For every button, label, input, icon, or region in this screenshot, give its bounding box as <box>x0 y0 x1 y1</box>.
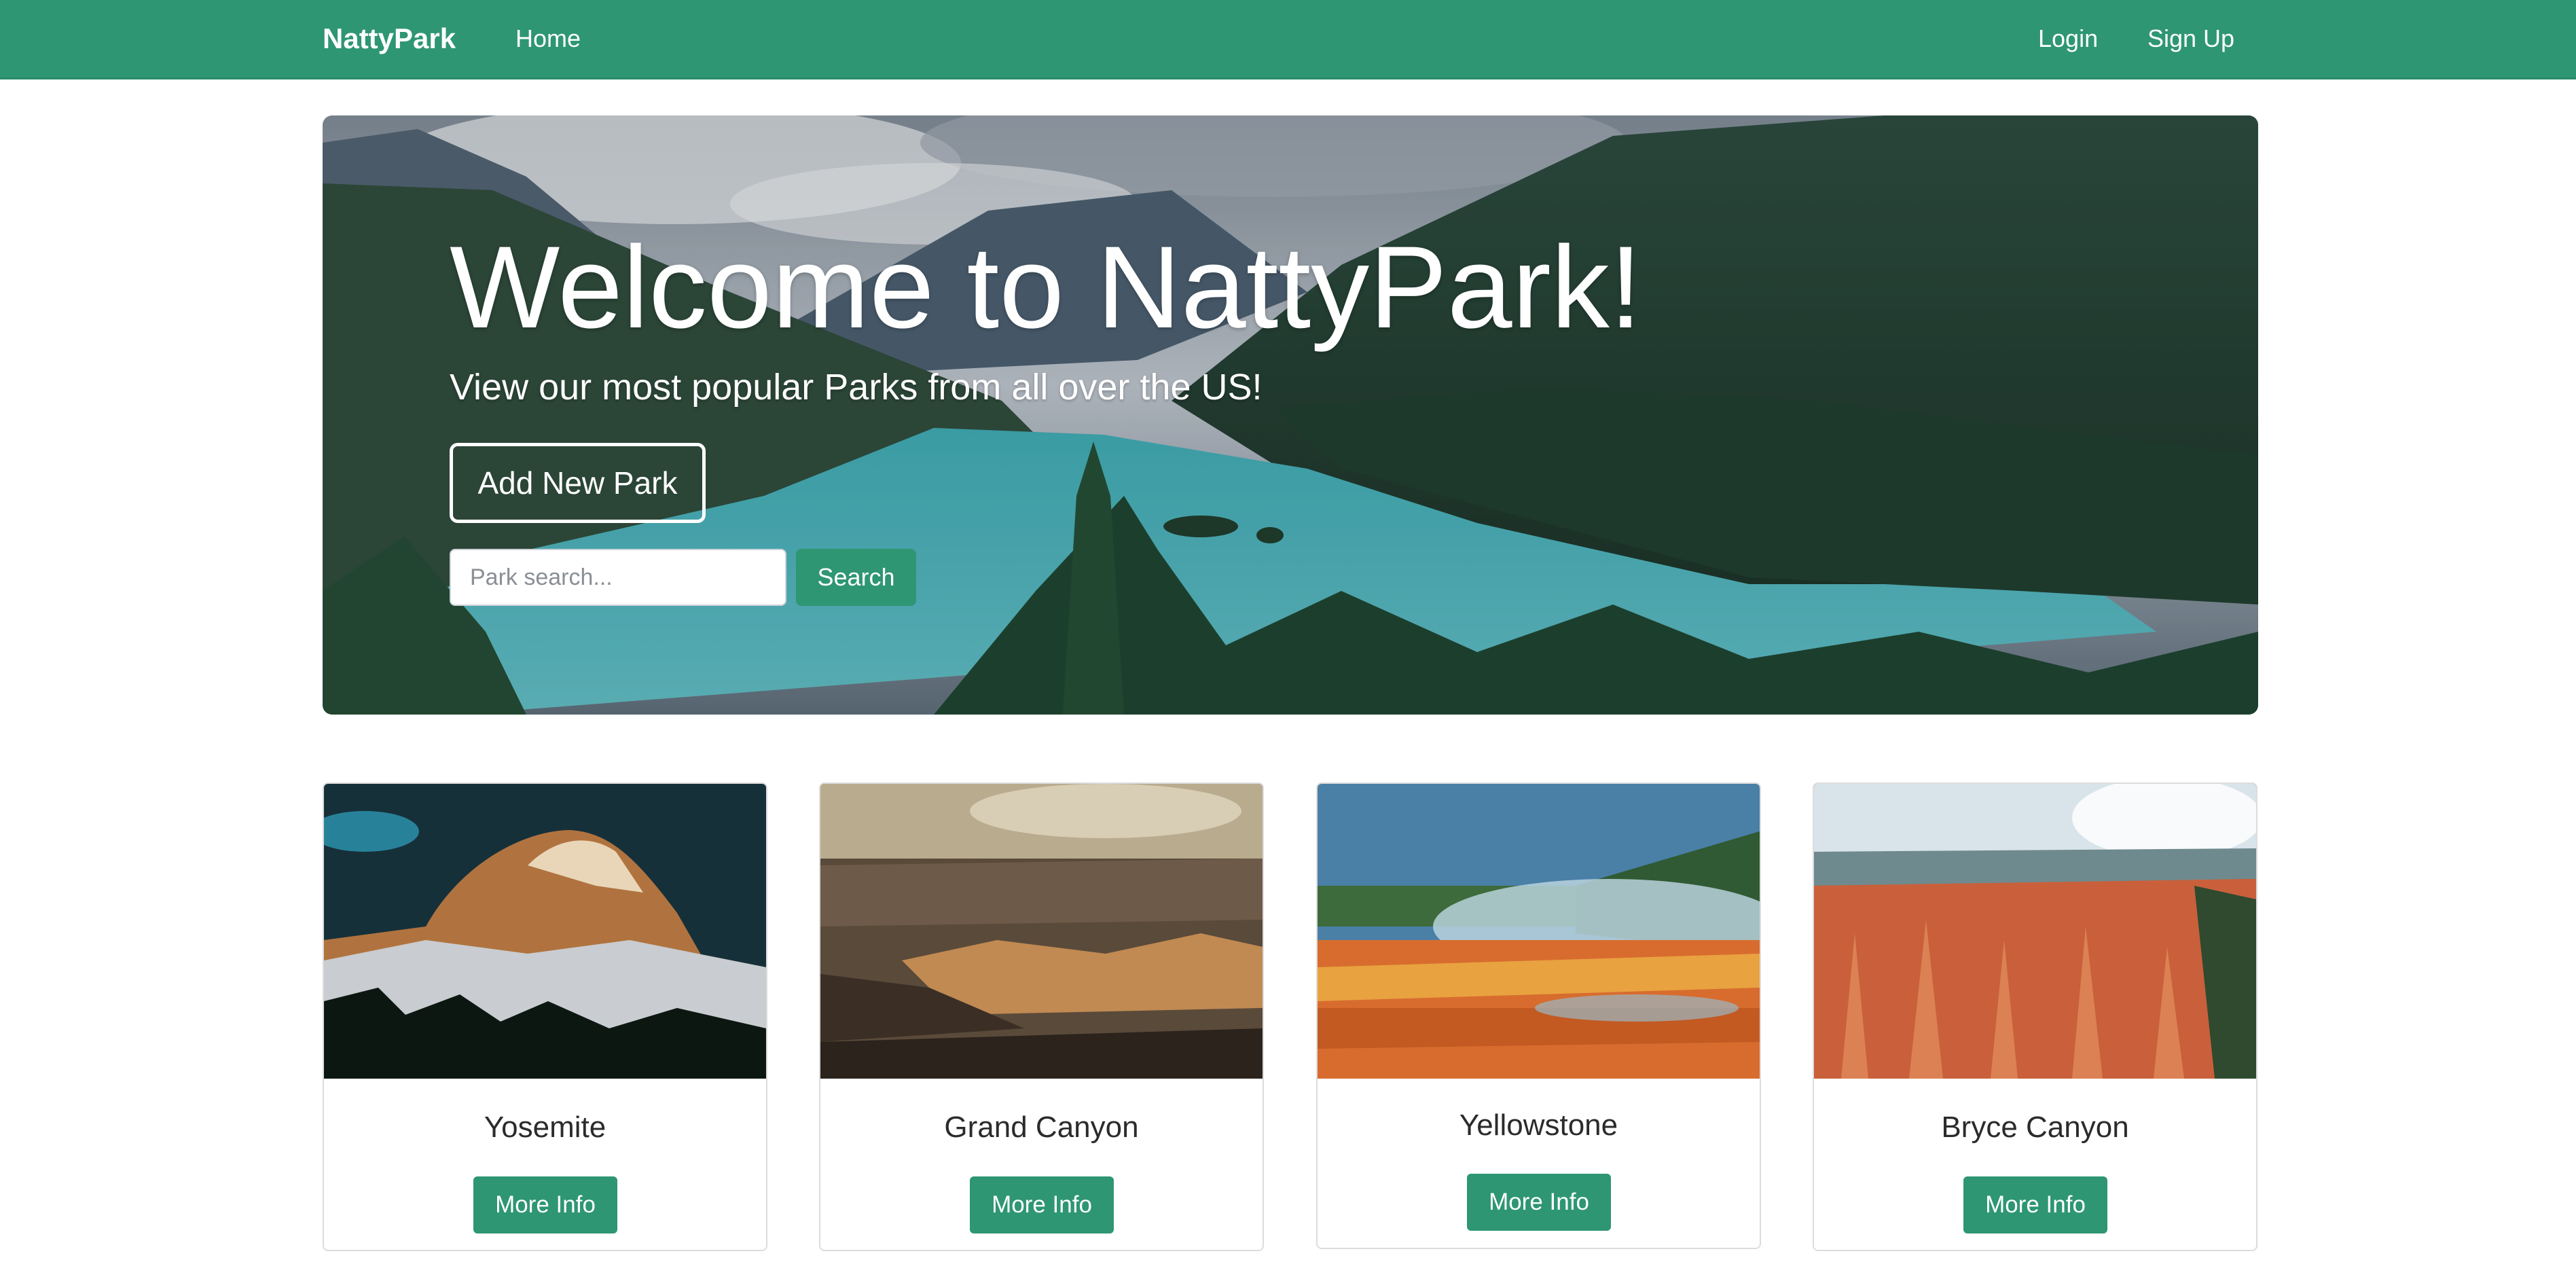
more-info-button[interactable]: More Info <box>1467 1174 1611 1231</box>
add-new-park-button[interactable]: Add New Park <box>450 443 706 523</box>
bryce-canyon-image <box>1814 784 2256 1079</box>
more-info-button[interactable]: More Info <box>1963 1176 2107 1233</box>
park-card-title: Yellowstone <box>1459 1109 1618 1142</box>
park-card-title: Bryce Canyon <box>1941 1111 2129 1144</box>
park-card-title: Yosemite <box>484 1111 606 1144</box>
park-search-input[interactable] <box>450 549 786 606</box>
yellowstone-image <box>1318 784 1760 1079</box>
nav-login-link[interactable]: Login <box>2038 23 2098 54</box>
nav-signup-link[interactable]: Sign Up <box>2147 23 2234 54</box>
top-navbar: NattyPark Home Login Sign Up <box>0 0 2576 79</box>
hero-banner: Welcome to NattyPark! View our most popu… <box>323 115 2258 715</box>
park-card-bryce-canyon: Bryce Canyon More Info <box>1813 782 2257 1251</box>
park-card-title: Grand Canyon <box>944 1111 1139 1144</box>
hero-title: Welcome to NattyPark! <box>450 222 1642 353</box>
park-card-yosemite: Yosemite More Info <box>323 782 767 1251</box>
more-info-button[interactable]: More Info <box>970 1176 1114 1233</box>
park-card-yellowstone: Yellowstone More Info <box>1316 782 1761 1249</box>
yosemite-image <box>324 784 766 1079</box>
search-button[interactable]: Search <box>796 549 916 606</box>
more-info-button[interactable]: More Info <box>473 1176 617 1233</box>
park-card-grand-canyon: Grand Canyon More Info <box>819 782 1264 1251</box>
grand-canyon-image <box>820 784 1263 1079</box>
brand-logo-link[interactable]: NattyPark <box>323 22 456 56</box>
hero-subtitle: View our most popular Parks from all ove… <box>450 367 1263 408</box>
nav-home-link[interactable]: Home <box>515 23 581 54</box>
hero-landscape-image <box>323 115 2258 715</box>
